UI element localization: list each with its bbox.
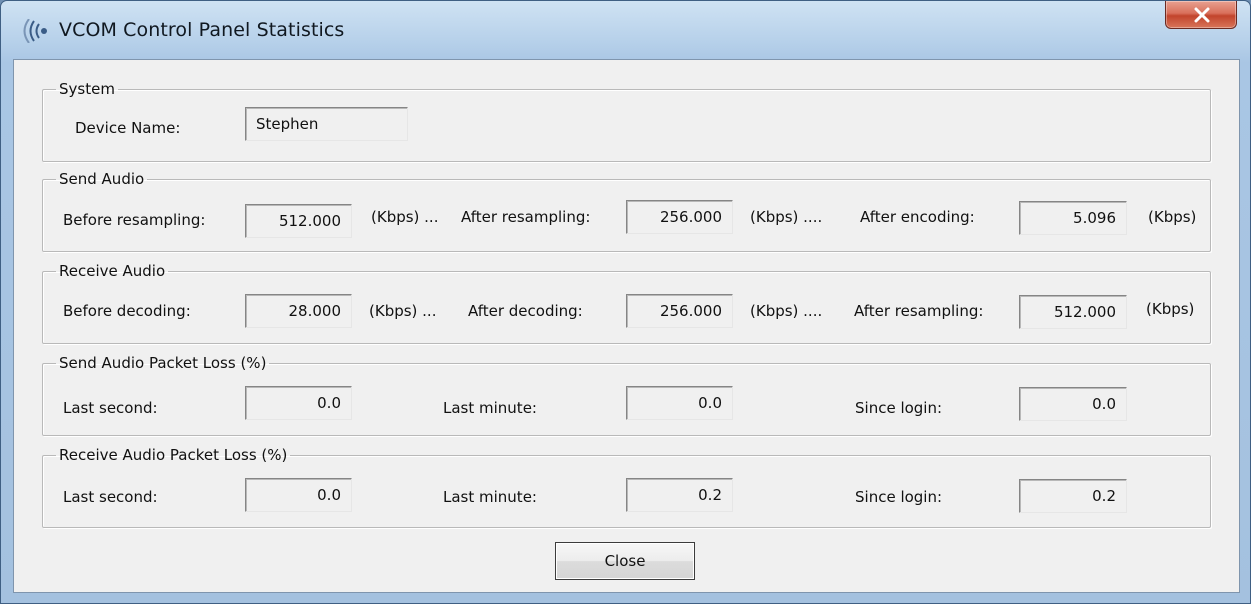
- sound-waves-icon: [22, 18, 52, 44]
- send-loss-last-second-field[interactable]: 0.0: [245, 386, 352, 420]
- receive-loss-since-login-label: Since login:: [855, 488, 943, 506]
- send-unit-1: (Kbps) ...: [371, 208, 439, 226]
- send-packet-loss-legend: Send Audio Packet Loss (%): [59, 354, 267, 372]
- close-button[interactable]: Close: [555, 542, 695, 580]
- receive-after-decoding-field[interactable]: 256.000: [626, 294, 733, 328]
- receive-after-resampling-field[interactable]: 512.000: [1019, 295, 1127, 329]
- window-title: VCOM Control Panel Statistics: [59, 19, 345, 41]
- statistics-window: VCOM Control Panel Statistics System Dev…: [0, 0, 1251, 604]
- send-audio-legend: Send Audio: [59, 170, 145, 188]
- send-loss-since-login-label: Since login:: [855, 399, 943, 417]
- receive-audio-legend: Receive Audio: [59, 262, 166, 280]
- receive-after-decoding-label: After decoding:: [468, 302, 583, 320]
- receive-unit-1: (Kbps) ...: [369, 302, 437, 320]
- receive-after-resampling-label: After resampling:: [854, 302, 984, 320]
- send-loss-last-minute-label: Last minute:: [443, 399, 537, 417]
- title-bar[interactable]: VCOM Control Panel Statistics: [1, 1, 1250, 59]
- receive-loss-last-minute-field[interactable]: 0.2: [626, 478, 733, 512]
- dialog-body: System Device Name: Stephen Send Audio B…: [13, 59, 1240, 593]
- window-close-button[interactable]: [1165, 1, 1237, 29]
- close-icon: [1194, 7, 1210, 23]
- send-after-encoding-field[interactable]: 5.096: [1019, 201, 1127, 235]
- system-group: System: [42, 80, 1211, 162]
- send-after-resampling-field[interactable]: 256.000: [626, 200, 733, 234]
- send-unit-2: (Kbps) ....: [750, 208, 823, 226]
- send-unit-end: (Kbps): [1148, 208, 1197, 226]
- receive-loss-last-minute-label: Last minute:: [443, 488, 537, 506]
- send-before-resampling-field[interactable]: 512.000: [245, 204, 352, 238]
- device-name-field[interactable]: Stephen: [245, 107, 408, 141]
- receive-loss-since-login-field[interactable]: 0.2: [1019, 479, 1127, 513]
- receive-loss-last-second-field[interactable]: 0.0: [245, 478, 352, 512]
- receive-unit-end: (Kbps): [1146, 300, 1195, 318]
- send-loss-last-minute-field[interactable]: 0.0: [626, 386, 733, 420]
- receive-before-decoding-field[interactable]: 28.000: [245, 294, 352, 328]
- send-before-resampling-label: Before resampling:: [63, 211, 206, 229]
- send-loss-since-login-field[interactable]: 0.0: [1019, 387, 1127, 421]
- receive-unit-2: (Kbps) ....: [750, 302, 823, 320]
- receive-before-decoding-label: Before decoding:: [63, 302, 191, 320]
- device-name-label: Device Name:: [75, 119, 181, 137]
- receive-packet-loss-legend: Receive Audio Packet Loss (%): [59, 446, 288, 464]
- send-after-encoding-label: After encoding:: [860, 208, 975, 226]
- system-legend: System: [59, 80, 115, 98]
- receive-loss-last-second-label: Last second:: [63, 488, 158, 506]
- send-loss-last-second-label: Last second:: [63, 399, 158, 417]
- send-after-resampling-label: After resampling:: [461, 208, 591, 226]
